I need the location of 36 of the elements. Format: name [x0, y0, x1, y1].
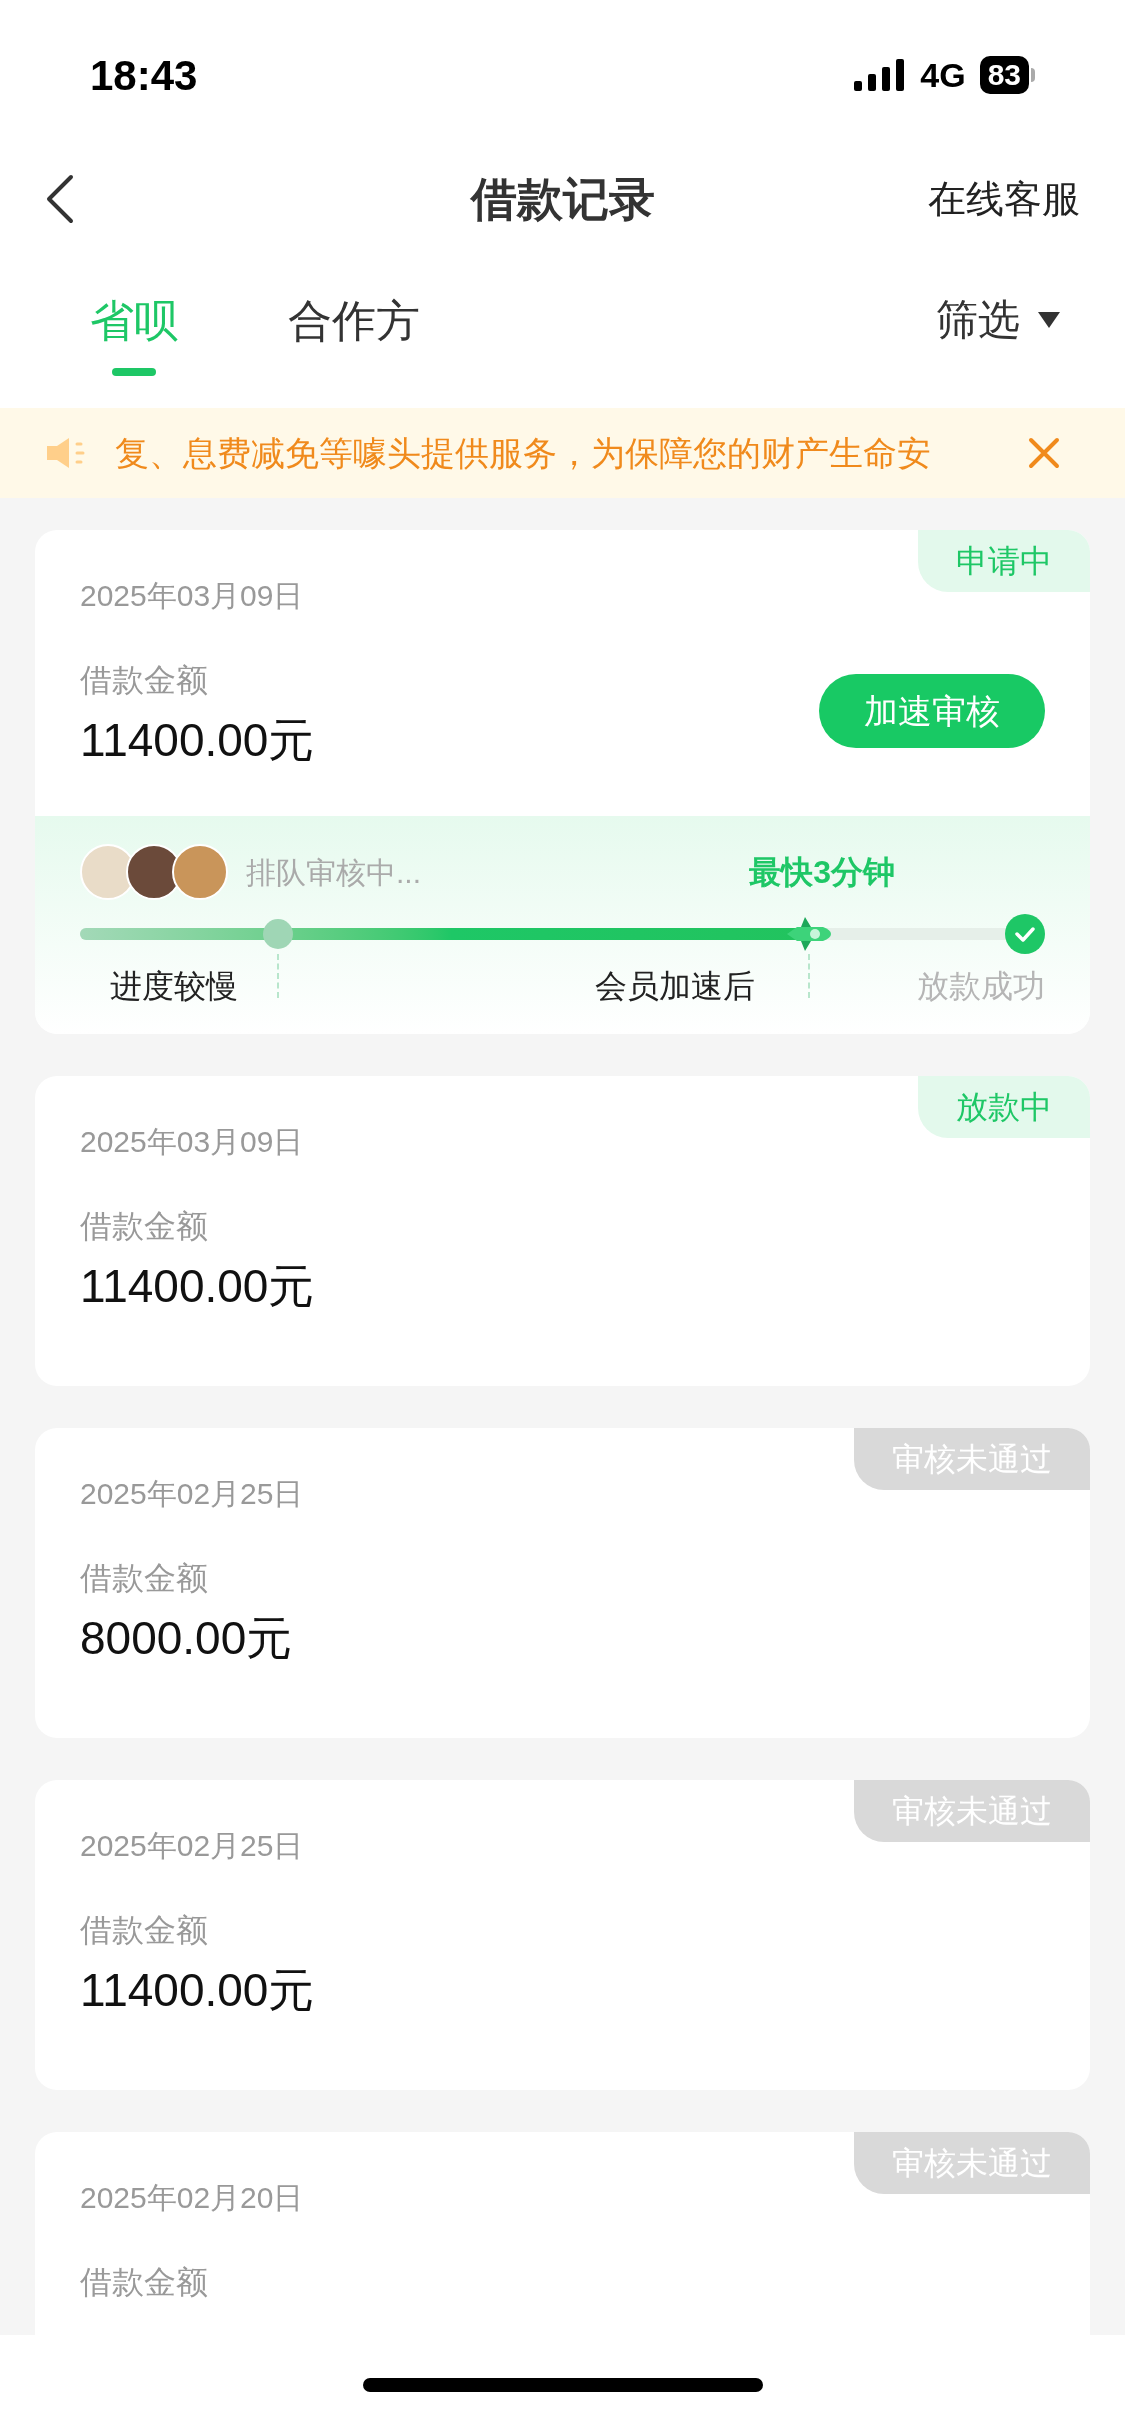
- loan-date: 2025年03月09日: [80, 1124, 305, 1160]
- back-icon[interactable]: [45, 174, 75, 224]
- loan-date: 2025年02月25日: [80, 1828, 305, 1864]
- loan-card[interactable]: 放款中 2025年03月09日 借款金额 11400.00元: [35, 1076, 1090, 1386]
- progress-label: 会员加速后: [595, 967, 755, 1006]
- queue-status: 排队审核中...: [246, 854, 421, 891]
- tab[interactable]: 合作方: [288, 288, 420, 376]
- check-icon: [1005, 914, 1045, 954]
- loan-amount: 11400.00元: [80, 1963, 315, 2018]
- loan-card[interactable]: 申请中 2025年03月09日 借款金额 11400.00元 加速审核 排队审核中... 最快3分钟 进度较慢 会员加速后 放款成功: [35, 530, 1090, 1034]
- loan-date: 2025年03月09日: [80, 578, 305, 614]
- loan-amount: 8000.00元: [80, 1611, 294, 1666]
- filter-dropdown[interactable]: 筛选: [936, 288, 1060, 351]
- status-tag: 放款中: [918, 1076, 1090, 1138]
- close-icon[interactable]: [1028, 437, 1060, 469]
- customer-service-link[interactable]: 在线客服: [928, 170, 1080, 228]
- caret-icon: [1038, 311, 1060, 328]
- network-label: 4G: [920, 54, 966, 96]
- amount-label: 借款金额: [80, 1207, 209, 1246]
- amount-label: 借款金额: [80, 1559, 209, 1598]
- eta-text: 最快3分钟: [749, 853, 895, 892]
- loan-amount: 11400.00元: [80, 1259, 315, 1314]
- amount-label: 借款金额: [80, 1911, 209, 1950]
- notice-text: 复、息费减免等噱头提供服务，为保障您的财产生命安: [115, 432, 931, 474]
- signal-icon: [854, 59, 907, 91]
- loan-date: 2025年02月25日: [80, 1476, 304, 1512]
- loan-amount: 11400.00元: [80, 713, 315, 768]
- page-title: 借款记录: [470, 171, 655, 227]
- progress-label: 放款成功: [917, 967, 1045, 1006]
- amount-label: 借款金额: [80, 661, 209, 700]
- loan-date: 2025年02月20日: [80, 2180, 304, 2216]
- amount-label: 借款金额: [80, 2263, 209, 2302]
- status-time: 18:43: [90, 50, 198, 101]
- progress-label: 进度较慢: [110, 967, 238, 1006]
- status-tag: 申请中: [918, 530, 1090, 592]
- avatar: [172, 844, 228, 900]
